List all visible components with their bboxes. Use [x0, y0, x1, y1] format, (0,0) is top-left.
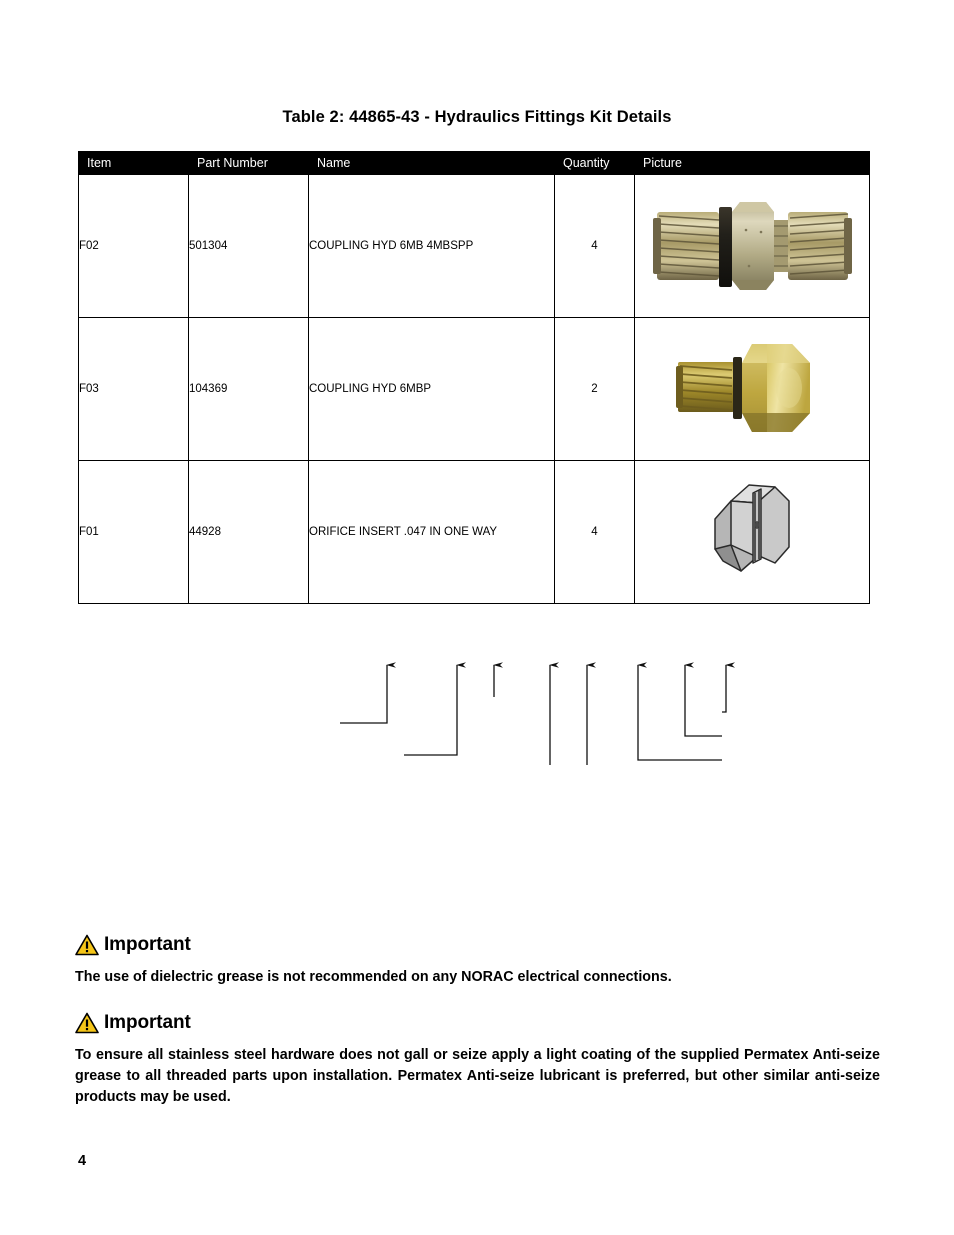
leader-1	[340, 662, 396, 724]
leader-8	[722, 662, 735, 713]
cell-picture	[634, 174, 870, 318]
hydraulics-fittings-table: Item Part Number Name Quantity Picture F…	[78, 151, 870, 604]
column-header-name: Name	[308, 151, 555, 175]
cell-name: COUPLING HYD 6MBP	[308, 317, 555, 461]
notice-heading-label: Important	[104, 934, 191, 955]
leader-2	[404, 662, 466, 756]
cell-quantity: 4	[554, 174, 635, 318]
leader-5	[586, 662, 722, 785]
orifice-insert-line-drawing	[714, 483, 790, 572]
column-header-quantity: Quantity	[554, 151, 635, 175]
table-row: F03 104369 COUPLING HYD 6MBP 2	[78, 317, 870, 461]
warning-triangle-icon	[75, 1012, 99, 1034]
notice-body: The use of dielectric grease is not reco…	[75, 967, 880, 988]
important-notice-dielectric-grease: Important The use of dielectric grease i…	[75, 930, 880, 988]
leader-7	[684, 662, 722, 737]
hydraulic-hex-plug-photo	[676, 344, 810, 432]
cell-item: F03	[78, 317, 189, 461]
notice-heading: Important	[75, 930, 880, 960]
column-header-item: Item	[78, 151, 189, 175]
leader-6	[637, 662, 722, 761]
notice-body-after: electrical connections.	[513, 969, 672, 985]
cell-part-number: 104369	[188, 317, 309, 461]
cell-name: COUPLING HYD 6MB 4MBSPP	[308, 174, 555, 318]
brand-name: NORAC	[461, 969, 514, 985]
cell-picture	[634, 460, 870, 604]
cell-item: F02	[78, 174, 189, 318]
notice-heading-label: Important	[104, 1012, 191, 1033]
column-header-picture: Picture	[634, 151, 870, 175]
notice-body: To ensure all stainless steel hardware d…	[75, 1047, 880, 1105]
warning-triangle-icon	[75, 934, 99, 956]
hydraulic-coupling-double-thread-photo	[652, 202, 852, 290]
cell-quantity: 4	[554, 460, 635, 604]
table-row: F01 44928 ORIFICE INSERT .047 IN ONE WAY…	[78, 460, 870, 604]
leader-lines-svg	[340, 662, 735, 809]
table-row: F02 501304 COUPLING HYD 6MB 4MBSPP 4	[78, 174, 870, 318]
assembly-callout-leader-lines	[340, 645, 740, 809]
cell-name: ORIFICE INSERT .047 IN ONE WAY	[308, 460, 555, 604]
cell-quantity: 2	[554, 317, 635, 461]
cell-item: F01	[78, 460, 189, 604]
page-title: Table 2: 44865-43 - Hydraulics Fittings …	[282, 108, 672, 126]
notice-body-before: The use of dielectric grease is not reco…	[75, 969, 462, 985]
leader-4	[549, 662, 722, 809]
page-number: 4	[78, 1153, 87, 1169]
notice-heading: Important	[75, 1008, 880, 1038]
cell-part-number: 44928	[188, 460, 309, 604]
table-header-row: Item Part Number Name Quantity Picture	[78, 151, 870, 175]
important-notice-anti-seize: Important To ensure all stainless steel …	[75, 1008, 880, 1108]
column-header-part-number: Part Number	[188, 151, 309, 175]
cell-part-number: 501304	[188, 174, 309, 318]
cell-picture	[634, 317, 870, 461]
